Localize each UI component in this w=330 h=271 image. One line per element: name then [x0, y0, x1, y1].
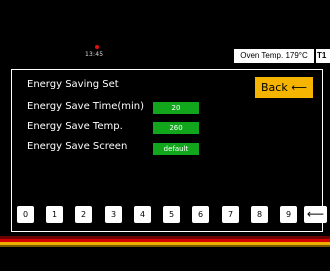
back-button[interactable]: Back ⟵ [255, 77, 313, 98]
energy-save-screen-field[interactable]: default [153, 143, 199, 155]
key-6[interactable]: 6 [192, 206, 209, 223]
page-title: Energy Saving Set [27, 79, 119, 90]
key-5[interactable]: 5 [163, 206, 180, 223]
key-1[interactable]: 1 [46, 206, 63, 223]
status-indicator-dot [95, 45, 99, 49]
energy-save-time-label: Energy Save Time(min) [27, 101, 145, 112]
key-0[interactable]: 0 [17, 206, 34, 223]
key-9[interactable]: 9 [280, 206, 297, 223]
key-2[interactable]: 2 [75, 206, 92, 223]
backspace-key[interactable]: ⟵ [304, 206, 327, 223]
key-4[interactable]: 4 [134, 206, 151, 223]
oven-temp-display: Oven Temp. 179°C [234, 49, 314, 63]
energy-save-temp-field[interactable]: 260 [153, 122, 199, 134]
stripe-dark-gold [0, 245, 330, 247]
key-3[interactable]: 3 [105, 206, 122, 223]
key-8[interactable]: 8 [251, 206, 268, 223]
energy-save-screen-label: Energy Save Screen [27, 141, 128, 152]
key-7[interactable]: 7 [222, 206, 239, 223]
energy-save-temp-label: Energy Save Temp. [27, 121, 123, 132]
oven-tag: T1 [316, 49, 330, 63]
clock: 13:45 [85, 51, 104, 58]
energy-save-time-field[interactable]: 20 [153, 102, 199, 114]
